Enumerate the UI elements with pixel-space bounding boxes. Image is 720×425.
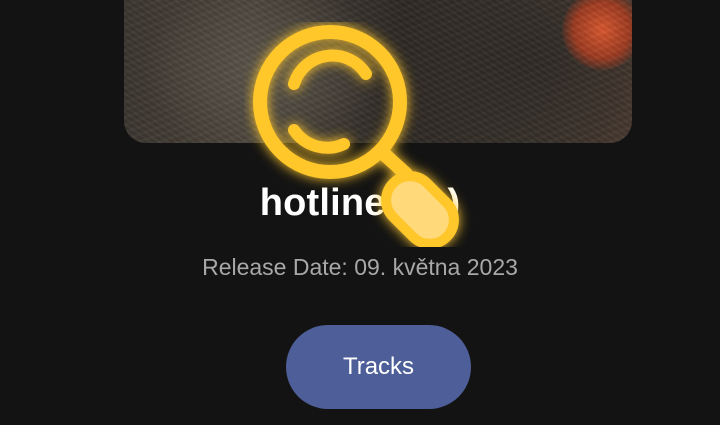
album-title: hotline (…) (259, 182, 461, 224)
cover-highlight (562, 0, 632, 70)
album-detail-screen: hotline (…) Release Date: 09. května 202… (0, 0, 720, 425)
tracks-button[interactable]: Tracks (286, 325, 471, 409)
album-cover-image (124, 0, 632, 143)
release-date: Release Date: 09. května 2023 (202, 254, 518, 280)
